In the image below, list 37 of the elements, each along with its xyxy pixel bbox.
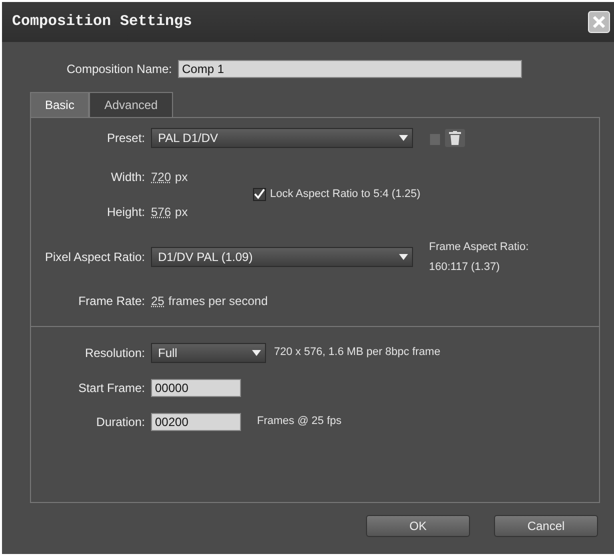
- trash-icon[interactable]: [445, 129, 465, 147]
- checkbox-label: Lock Aspect Ratio to 5:4 (1.25): [270, 187, 420, 202]
- field-label: Width:: [110, 169, 146, 186]
- resolution-dropdown[interactable]: Full: [151, 342, 266, 362]
- field-label: Frame Rate:: [77, 292, 146, 310]
- pixel-aspect-dropdown[interactable]: D1/DV PAL (1.09): [151, 247, 413, 267]
- caret-icon: [399, 254, 408, 260]
- caret-icon: [399, 135, 408, 141]
- info-text: Frames @ 25 fps: [257, 414, 342, 430]
- field-label: Pixel Aspect Ratio:: [44, 249, 146, 266]
- info-text: 720 x 576, 1.6 MB per 8bpc frame: [274, 345, 440, 360]
- value-field[interactable]: 25: [151, 292, 164, 310]
- value-field[interactable]: 720: [151, 168, 172, 186]
- text-field[interactable]: 00000: [151, 378, 241, 396]
- tab[interactable]: Advanced: [89, 92, 173, 117]
- field-label: Start Frame:: [77, 380, 146, 396]
- info-value: 160:117 (1.37): [429, 261, 500, 273]
- field-label: Duration:: [95, 414, 146, 430]
- unit-label: px: [175, 169, 188, 186]
- field-label: Height:: [106, 204, 146, 220]
- field-label: Composition Name:: [66, 61, 173, 78]
- cancel-button[interactable]: Cancel: [494, 515, 598, 537]
- value-field[interactable]: 576: [151, 202, 172, 220]
- name-field[interactable]: Comp 1: [178, 60, 522, 78]
- tab[interactable]: Basic: [30, 92, 90, 117]
- caret-icon: [252, 350, 261, 356]
- info-label: Frame Aspect Ratio:: [429, 240, 529, 254]
- unit-label: px: [175, 204, 188, 220]
- checkbox[interactable]: [253, 188, 266, 201]
- text-field[interactable]: 00200: [151, 412, 241, 430]
- field-label: Resolution:: [84, 344, 146, 362]
- close-icon: [592, 15, 606, 29]
- window-title: Composition Settings: [12, 12, 192, 32]
- unit-label: frames per second: [168, 292, 268, 310]
- preset-dropdown[interactable]: PAL D1/DV: [151, 128, 413, 148]
- ok-button[interactable]: OK: [366, 515, 470, 537]
- field-label: Preset:: [106, 130, 146, 147]
